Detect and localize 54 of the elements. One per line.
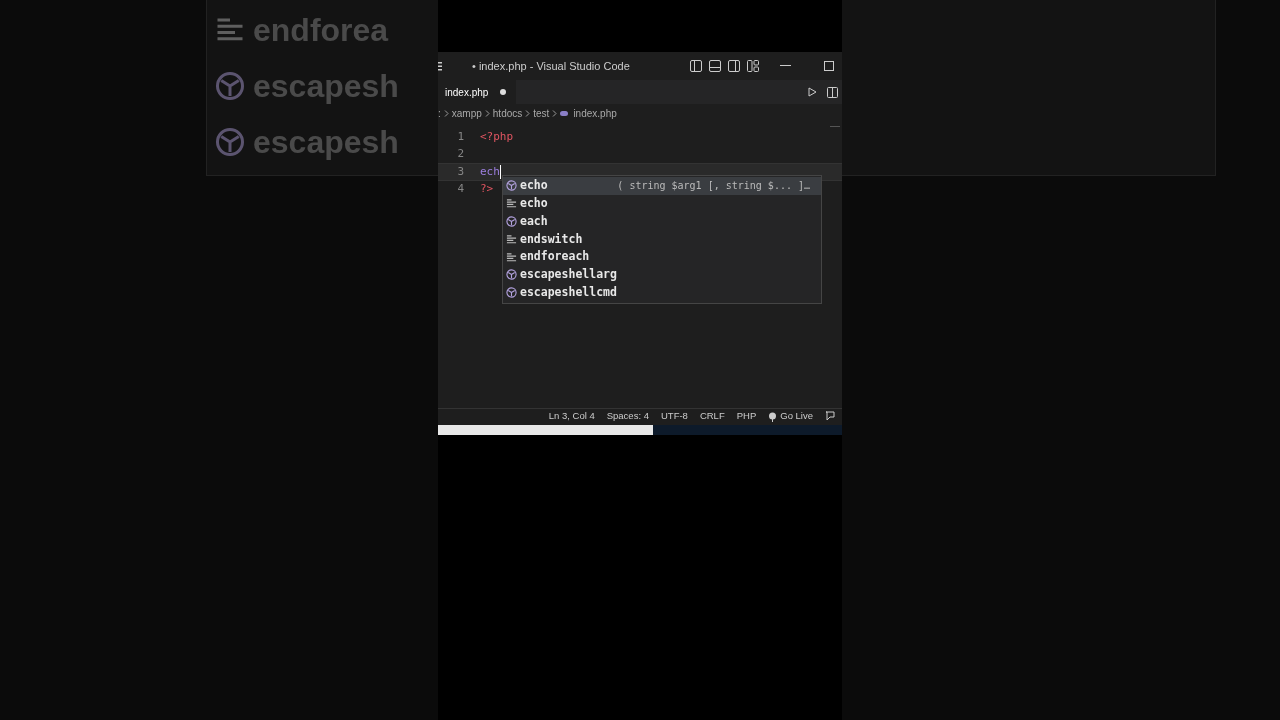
status-item[interactable]: Go Live [768,409,813,424]
broadcast-icon [768,411,778,422]
editor-tab[interactable]: index.php [438,80,517,104]
suggestion-item[interactable]: each [503,212,821,231]
chevron-icon [443,109,449,117]
minimize-icon[interactable] [780,65,791,67]
cube-icon [506,216,517,227]
php-file-icon [560,110,569,116]
menu-icon[interactable] [438,61,442,71]
line-number: 3 [456,163,464,180]
suggestion-item[interactable]: escapeshellarg [503,266,821,284]
split-editor-icon[interactable] [827,86,838,98]
breadcrumb-item[interactable]: test [533,105,550,121]
cube-icon [506,180,517,192]
status-item[interactable]: Ln 3, Col 4 [548,409,595,424]
line-number: 4 [456,181,464,197]
cube-icon [506,269,517,281]
line-number: 1 [456,128,464,145]
cube-icon [215,127,245,157]
suggestion-item[interactable]: endforeach [503,248,821,266]
chevron-icon [484,109,490,117]
suggestion-detail: ( string $arg1 [, string $... ]… [617,179,811,194]
code-token: ?> [480,181,494,197]
code-token: <?php [480,128,514,145]
suggestion-item[interactable]: echo [503,194,821,213]
line-number: 2 [456,146,464,162]
breadcrumb-item[interactable]: htdocs [492,105,523,121]
run-icon[interactable] [808,87,817,97]
snippet-icon [506,233,517,245]
window-title: • index.php - Visual Studio Code [472,58,630,74]
suggestion-item[interactable]: escapeshellcmd [503,283,821,302]
breadcrumb-item[interactable]: : [438,105,441,121]
layout-icon[interactable] [747,60,759,72]
status-item[interactable]: UTF-8 [660,409,688,424]
cube-icon [506,287,517,299]
snippet-icon [506,198,517,210]
suggestion-item[interactable]: echo ( string $arg1 [, string $... ]… [503,177,821,195]
sidebar-toggle-icon[interactable] [690,60,702,72]
chevron-icon [552,109,558,117]
status-item[interactable]: Spaces: 4 [606,409,649,424]
panel-toggle-icon[interactable] [709,60,721,72]
chevron-icon [525,109,531,117]
snippet-icon [506,251,517,263]
cube-icon [215,71,245,101]
breadcrumb-item[interactable]: index.php [573,105,617,121]
secondary-sidebar-icon[interactable] [728,60,740,72]
feedback-icon[interactable] [825,411,836,422]
status-item[interactable]: CRLF [699,409,725,424]
maximize-icon[interactable] [824,61,834,71]
status-item[interactable]: PHP [736,409,757,424]
suggestion-item[interactable]: endswitch [503,230,821,249]
code-token: ech [480,163,500,180]
breadcrumb-item[interactable]: xampp [451,105,482,121]
text-cursor [499,164,502,179]
